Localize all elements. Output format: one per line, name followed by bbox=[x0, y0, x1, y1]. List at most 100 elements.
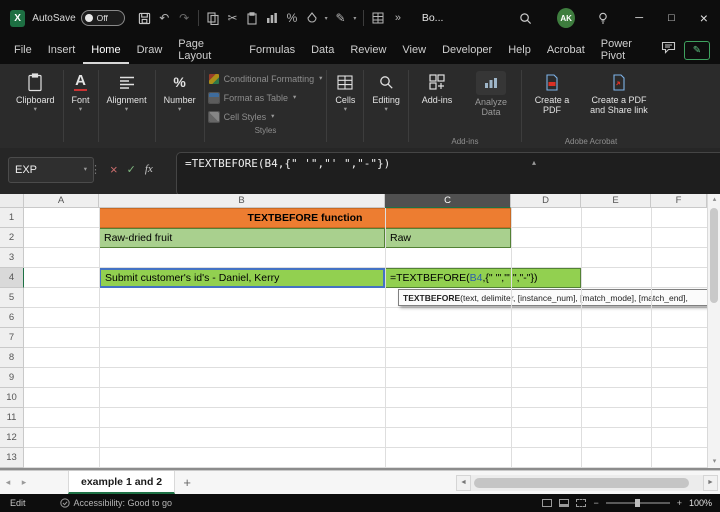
save-icon[interactable] bbox=[135, 6, 155, 30]
copy-icon[interactable] bbox=[203, 6, 223, 30]
autosave-toggle[interactable]: AutoSave Off bbox=[32, 10, 125, 26]
ribbon-tab-help[interactable]: Help bbox=[500, 36, 539, 64]
row-header-7[interactable]: 7 bbox=[0, 328, 24, 348]
row-header-4[interactable]: 4 bbox=[0, 268, 24, 288]
fill-color-icon[interactable] bbox=[302, 6, 322, 30]
cell-b4[interactable]: Submit customer's id's - Daniel, Kerry bbox=[99, 268, 385, 288]
cell-b1-merged-title[interactable]: TEXTBEFORE function bbox=[99, 208, 511, 228]
toolbar-overflow-icon[interactable]: » bbox=[388, 6, 408, 30]
column-header-d[interactable]: D bbox=[511, 194, 581, 208]
ribbon-tab-file[interactable]: File bbox=[6, 36, 40, 64]
zoom-level[interactable]: 100% bbox=[689, 498, 712, 508]
close-button[interactable]: × bbox=[688, 0, 720, 36]
sheet-tab-active[interactable]: example 1 and 2 bbox=[68, 471, 176, 494]
insert-function-icon[interactable]: fx bbox=[145, 163, 153, 175]
draw-pen-icon[interactable]: ✎ bbox=[331, 6, 351, 30]
cell-styles-button[interactable]: Cell Styles ▾ bbox=[207, 109, 323, 125]
minimize-button[interactable]: ─ bbox=[623, 0, 655, 36]
maximize-button[interactable]: □ bbox=[655, 0, 687, 36]
confirm-entry-icon[interactable]: ✓ bbox=[127, 163, 136, 176]
ribbon-tab-formulas[interactable]: Formulas bbox=[241, 36, 303, 64]
horizontal-scrollbar[interactable]: ◄ ► bbox=[456, 474, 718, 491]
zoom-in-icon[interactable]: + bbox=[677, 498, 682, 508]
editing-mode-icon[interactable]: ✎ bbox=[684, 40, 710, 60]
row-header-12[interactable]: 12 bbox=[0, 428, 24, 448]
column-header-b[interactable]: B bbox=[99, 194, 385, 208]
scroll-right-icon[interactable]: ► bbox=[703, 474, 718, 491]
cell-c4-editing[interactable]: =TEXTBEFORE(B4 ,{" '","' ","-"}) bbox=[385, 268, 581, 288]
alignment-button[interactable]: Alignment ▾ bbox=[103, 67, 151, 116]
zoom-slider-thumb[interactable] bbox=[634, 499, 640, 507]
ribbon-tab-home[interactable]: Home bbox=[83, 36, 128, 64]
ribbon-tab-page-layout[interactable]: Page Layout bbox=[170, 36, 241, 64]
collapse-formula-bar-icon[interactable]: ▴ bbox=[532, 158, 536, 167]
ribbon-tab-review[interactable]: Review bbox=[342, 36, 394, 64]
ribbon-tab-insert[interactable]: Insert bbox=[40, 36, 84, 64]
cells-button[interactable]: Cells ▾ bbox=[331, 67, 359, 116]
ribbon-tab-data[interactable]: Data bbox=[303, 36, 342, 64]
comments-icon[interactable] bbox=[661, 41, 676, 59]
table-icon[interactable] bbox=[368, 6, 388, 30]
chevron-down-icon[interactable]: ▾ bbox=[322, 15, 331, 22]
more-options-icon[interactable]: ⋮ bbox=[90, 163, 101, 176]
ribbon-tab-acrobat[interactable]: Acrobat bbox=[539, 36, 593, 64]
chevron-down-icon[interactable]: ▾ bbox=[350, 15, 359, 22]
number-button[interactable]: % Number ▾ bbox=[160, 67, 200, 116]
row-header-6[interactable]: 6 bbox=[0, 308, 24, 328]
row-header-5[interactable]: 5 bbox=[0, 288, 24, 308]
normal-view-icon[interactable] bbox=[542, 499, 553, 507]
scroll-left-icon[interactable]: ◄ bbox=[456, 474, 471, 491]
name-box[interactable]: EXP ▾ bbox=[8, 157, 94, 183]
page-break-view-icon[interactable] bbox=[576, 499, 587, 507]
create-pdf-button[interactable]: Create a PDF bbox=[526, 67, 578, 118]
column-header-c[interactable]: C bbox=[385, 194, 511, 208]
horizontal-scroll-thumb[interactable] bbox=[474, 477, 689, 488]
search-icon[interactable] bbox=[515, 6, 535, 30]
horizontal-scroll-track[interactable] bbox=[471, 474, 703, 491]
cell-b2[interactable]: Raw-dried fruit bbox=[99, 228, 385, 248]
zoom-slider[interactable] bbox=[605, 499, 670, 507]
format-as-table-button[interactable]: Format as Table ▾ bbox=[207, 90, 323, 106]
zoom-out-icon[interactable]: − bbox=[593, 498, 598, 508]
cancel-entry-icon[interactable]: × bbox=[110, 162, 118, 177]
percent-style-icon[interactable]: % bbox=[282, 6, 302, 30]
vertical-scroll-thumb[interactable] bbox=[710, 208, 718, 303]
scroll-up-icon[interactable]: ▴ bbox=[708, 194, 720, 206]
page-layout-view-icon[interactable] bbox=[559, 499, 570, 507]
cut-icon[interactable]: ✂ bbox=[223, 6, 243, 30]
add-sheet-button[interactable]: + bbox=[175, 475, 199, 490]
column-header-f[interactable]: F bbox=[651, 194, 707, 208]
row-header-3[interactable]: 3 bbox=[0, 248, 24, 268]
row-header-10[interactable]: 10 bbox=[0, 388, 24, 408]
chart-icon[interactable] bbox=[262, 6, 282, 30]
ribbon-tab-developer[interactable]: Developer bbox=[434, 36, 500, 64]
sheet-nav-left-icon[interactable]: ◂ bbox=[0, 477, 16, 488]
row-header-8[interactable]: 8 bbox=[0, 348, 24, 368]
ribbon-tab-draw[interactable]: Draw bbox=[129, 36, 171, 64]
autosave-switch[interactable]: Off bbox=[80, 10, 125, 26]
create-pdf-share-button[interactable]: Create a PDF and Share link bbox=[582, 67, 656, 118]
accessibility-status[interactable]: Accessibility: Good to go bbox=[59, 498, 172, 508]
row-header-11[interactable]: 11 bbox=[0, 408, 24, 428]
formula-input[interactable]: =TEXTBEFORE(B4,{" '","' ","-"}) bbox=[176, 152, 720, 196]
ribbon-tab-power-pivot[interactable]: Power Pivot bbox=[593, 36, 661, 64]
row-header-1[interactable]: 1 bbox=[0, 208, 24, 228]
sheet-nav-right-icon[interactable]: ▸ bbox=[16, 477, 32, 488]
paste-icon[interactable] bbox=[242, 6, 262, 30]
redo-icon[interactable]: ↷ bbox=[174, 6, 194, 30]
column-header-e[interactable]: E bbox=[581, 194, 651, 208]
addins-button[interactable]: Add-ins bbox=[413, 67, 461, 107]
cells-canvas[interactable]: TEXTBEFORE function Raw-dried fruit Raw … bbox=[24, 208, 714, 468]
analyze-data-button[interactable]: Analyze Data bbox=[465, 67, 517, 120]
conditional-formatting-button[interactable]: Conditional Formatting ▾ bbox=[208, 71, 322, 87]
workbook-name[interactable]: Bo... bbox=[422, 12, 444, 24]
clipboard-button[interactable]: Clipboard ▾ bbox=[12, 67, 59, 116]
scroll-down-icon[interactable]: ▾ bbox=[708, 456, 720, 468]
row-header-2[interactable]: 2 bbox=[0, 228, 24, 248]
user-avatar[interactable]: AK bbox=[557, 8, 576, 28]
cell-c2[interactable]: Raw bbox=[385, 228, 511, 248]
lightbulb-icon[interactable] bbox=[593, 6, 613, 30]
row-header-9[interactable]: 9 bbox=[0, 368, 24, 388]
font-button[interactable]: A Font ▾ bbox=[68, 67, 94, 116]
ribbon-tab-view[interactable]: View bbox=[394, 36, 434, 64]
